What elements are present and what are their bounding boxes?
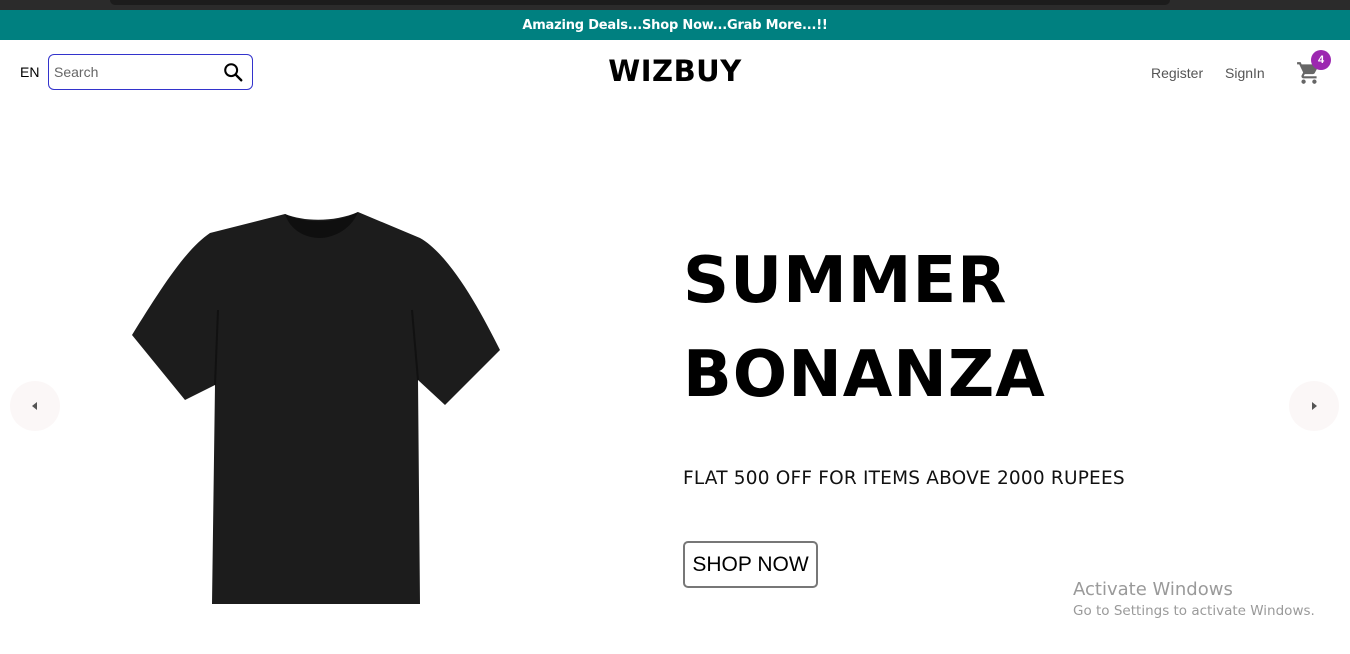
watermark-title: Activate Windows xyxy=(1073,579,1233,600)
windows-activation-watermark: Activate Windows Go to Settings to activ… xyxy=(1073,579,1315,619)
hero-slider: SUMMER BONANZA FLAT 500 OFF FOR ITEMS AB… xyxy=(0,104,1350,654)
signin-link[interactable]: SignIn xyxy=(1225,65,1265,81)
hero-description: FLAT 500 OFF FOR ITEMS ABOVE 2000 RUPEES xyxy=(683,468,1125,489)
hero-headline: SUMMER BONANZA xyxy=(683,234,1046,422)
search-icon[interactable] xyxy=(222,61,244,83)
shop-now-button[interactable]: SHOP NOW xyxy=(683,541,818,588)
register-link[interactable]: Register xyxy=(1151,65,1203,81)
browser-bar xyxy=(110,0,1170,5)
language-selector[interactable]: EN xyxy=(20,64,39,80)
search-box xyxy=(48,54,253,90)
navbar: EN WIZBUY Register SignIn 4 xyxy=(0,40,1350,104)
announcement-text: Amazing Deals...Shop Now...Grab More...!… xyxy=(522,17,828,33)
browser-top-strip xyxy=(0,0,1350,10)
site-logo[interactable]: WIZBUY xyxy=(608,54,741,88)
headline-line-1: SUMMER xyxy=(683,244,1008,318)
slider-prev-button[interactable] xyxy=(10,381,60,431)
slider-next-button[interactable] xyxy=(1289,381,1339,431)
headline-line-2: BONANZA xyxy=(683,338,1046,412)
watermark-subtitle: Go to Settings to activate Windows. xyxy=(1073,603,1315,619)
arrow-right-icon xyxy=(1312,402,1317,410)
arrow-left-icon xyxy=(32,402,37,410)
announcement-bar: Amazing Deals...Shop Now...Grab More...!… xyxy=(0,10,1350,40)
black-tshirt-image xyxy=(132,212,500,604)
cart-count-badge: 4 xyxy=(1311,50,1331,70)
search-input[interactable] xyxy=(54,57,214,87)
